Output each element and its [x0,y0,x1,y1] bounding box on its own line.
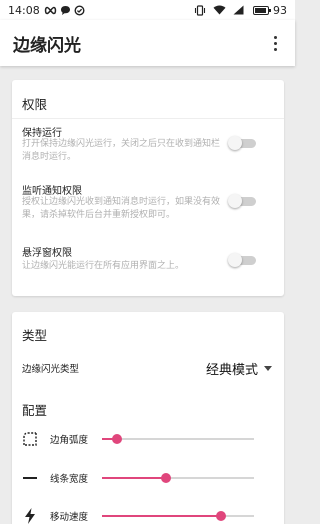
chat-bubble-icon [60,5,71,16]
more-vert-icon[interactable] [267,31,283,55]
keep-running-toggle[interactable] [228,136,256,150]
corner-radius-label: 边角弧度 [50,435,89,446]
type-section-title: 类型 [22,328,48,343]
status-time: 14:08 [8,3,40,17]
check-circle-icon [74,4,85,16]
infinity-icon [44,6,57,15]
notification-permission-desc: 授权让边缘闪光收到通知消息时运行，如果没有效果，请杀掉软件后台并重新授权即可。 [22,197,221,220]
notification-permission-toggle[interactable] [228,194,256,208]
line-width-row: 线条宽度 [22,468,254,488]
move-speed-row: 移动速度 [22,506,254,524]
line-width-slider[interactable] [102,471,254,485]
settings-card: 类型 边缘闪光类型 经典模式 配置 边角弧度 线条宽度 移动速度 [12,312,284,524]
corner-radius-slider[interactable] [102,432,254,446]
corner-icon [22,431,38,447]
flash-type-select[interactable]: 经典模式 [206,359,258,378]
keep-running-desc: 打开保持边缘闪光运行，关闭之后只在收到通知栏消息时运行。 [22,139,221,162]
config-section-title: 配置 [22,403,48,418]
permissions-section-title: 权限 [22,97,48,112]
line-icon [22,470,38,486]
battery-icon [253,5,271,15]
app-title: 边缘闪光 [13,35,81,56]
divider [12,118,284,119]
vibrate-icon [194,4,206,16]
wifi-icon [213,5,226,15]
move-speed-label: 移动速度 [50,512,89,523]
keep-running-title: 保持运行 [22,128,62,139]
corner-radius-row: 边角弧度 [22,429,254,449]
notification-permission-title: 监听通知权限 [22,186,82,197]
line-width-label: 线条宽度 [50,474,89,485]
overlay-permission-title: 悬浮窗权限 [22,248,72,259]
status-bar: 14:08 93 [0,0,295,20]
chevron-down-icon[interactable] [264,365,272,371]
app-bar: 边缘闪光 [0,20,295,66]
battery-percent: 93 [273,3,287,17]
slider-handle[interactable] [112,434,123,444]
flash-type-row[interactable]: 边缘闪光类型 经典模式 [22,358,272,378]
flash-type-label: 边缘闪光类型 [22,364,80,375]
signal-icon [233,5,244,15]
overlay-permission-desc: 让边缘闪光能运行在所有应用界面之上。 [22,261,185,271]
overlay-permission-toggle[interactable] [228,253,256,267]
slider-handle[interactable] [215,511,226,521]
move-speed-slider[interactable] [102,509,254,523]
lightning-icon [22,508,38,524]
permissions-card: 权限 保持运行 打开保持边缘闪光运行，关闭之后只在收到通知栏消息时运行。 监听通… [12,80,284,296]
slider-handle[interactable] [160,473,171,483]
